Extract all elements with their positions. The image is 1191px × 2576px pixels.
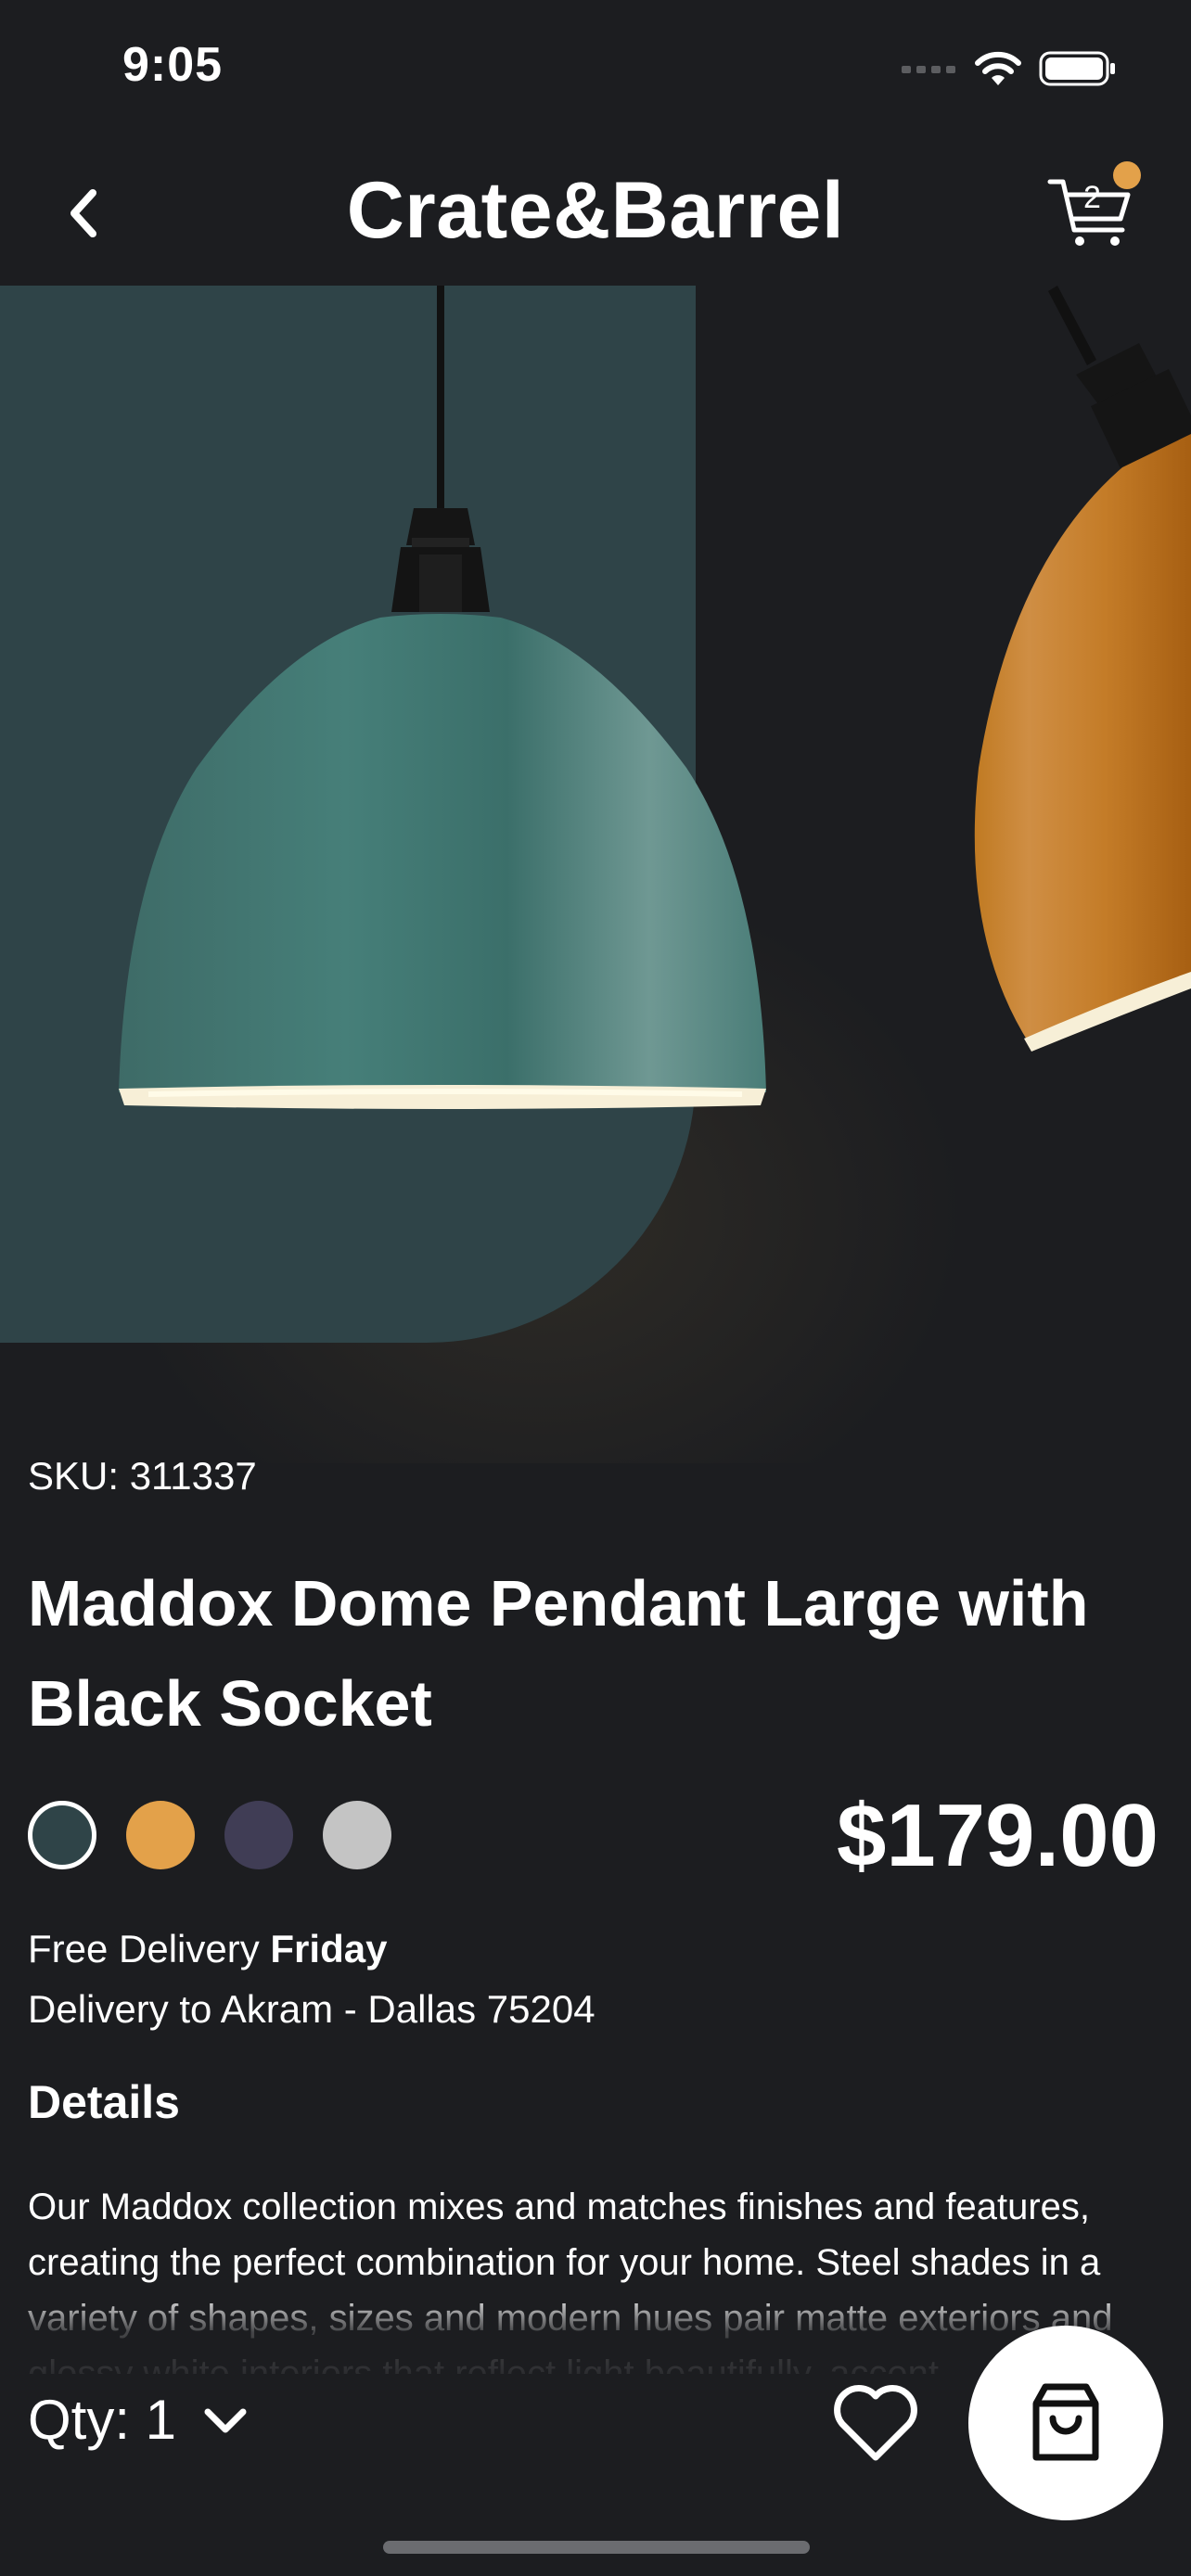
- color-swatches: [28, 1801, 391, 1869]
- quantity-selector[interactable]: Qty: 1: [28, 2388, 249, 2452]
- heart-icon: [834, 2385, 917, 2461]
- product-image-carousel[interactable]: [0, 286, 1191, 1463]
- qty-label: Qty: 1: [28, 2389, 177, 2451]
- battery-icon: [1039, 51, 1115, 86]
- chevron-down-icon: [204, 2408, 247, 2432]
- swatch-light-gray[interactable]: [323, 1801, 391, 1869]
- delivery-address: Delivery to Akram - Dallas 75204: [28, 1987, 596, 2031]
- delivery-day: Friday: [270, 1927, 388, 1970]
- product-title: Maddox Dome Pendant Large with Black Soc…: [28, 1567, 1089, 1740]
- pendant-lamp-teal-image: [119, 286, 1191, 1109]
- swatch-slate-purple[interactable]: [224, 1801, 293, 1869]
- add-to-bag-button[interactable]: [968, 2326, 1163, 2520]
- product-price: $179.00: [836, 1786, 1159, 1885]
- status-bar: 9:05: [0, 0, 1191, 139]
- cart-count: 2: [1083, 180, 1101, 215]
- status-time: 9:05: [122, 38, 224, 92]
- favorite-button[interactable]: [831, 2383, 920, 2463]
- brand-title: Crate&Barrel: [346, 166, 845, 255]
- cart-badge-dot: [1113, 161, 1141, 189]
- product-detail-screen: 9:05 Crate&Barrel 2 SKU: 311337 Maddox D…: [0, 0, 1191, 2576]
- status-icons: [902, 46, 1117, 91]
- home-indicator[interactable]: [383, 2541, 810, 2554]
- details-body: Our Maddox collection mixes and matches …: [28, 2187, 1113, 2374]
- wifi-icon: [975, 51, 1021, 85]
- nav-bar: Crate&Barrel 2: [0, 148, 1191, 278]
- delivery-info: Free Delivery Friday: [28, 1927, 387, 1971]
- delivery-prefix: Free Delivery: [28, 1927, 271, 1970]
- sku-label: SKU: 311337: [28, 1454, 257, 1498]
- cart-button[interactable]: 2: [1043, 161, 1141, 254]
- details-heading: Details: [28, 2076, 180, 2128]
- swatch-dark-teal[interactable]: [28, 1801, 96, 1869]
- swatch-amber[interactable]: [126, 1801, 195, 1869]
- shopping-bag-icon: [1032, 2383, 1099, 2461]
- signal-icon: [902, 66, 955, 73]
